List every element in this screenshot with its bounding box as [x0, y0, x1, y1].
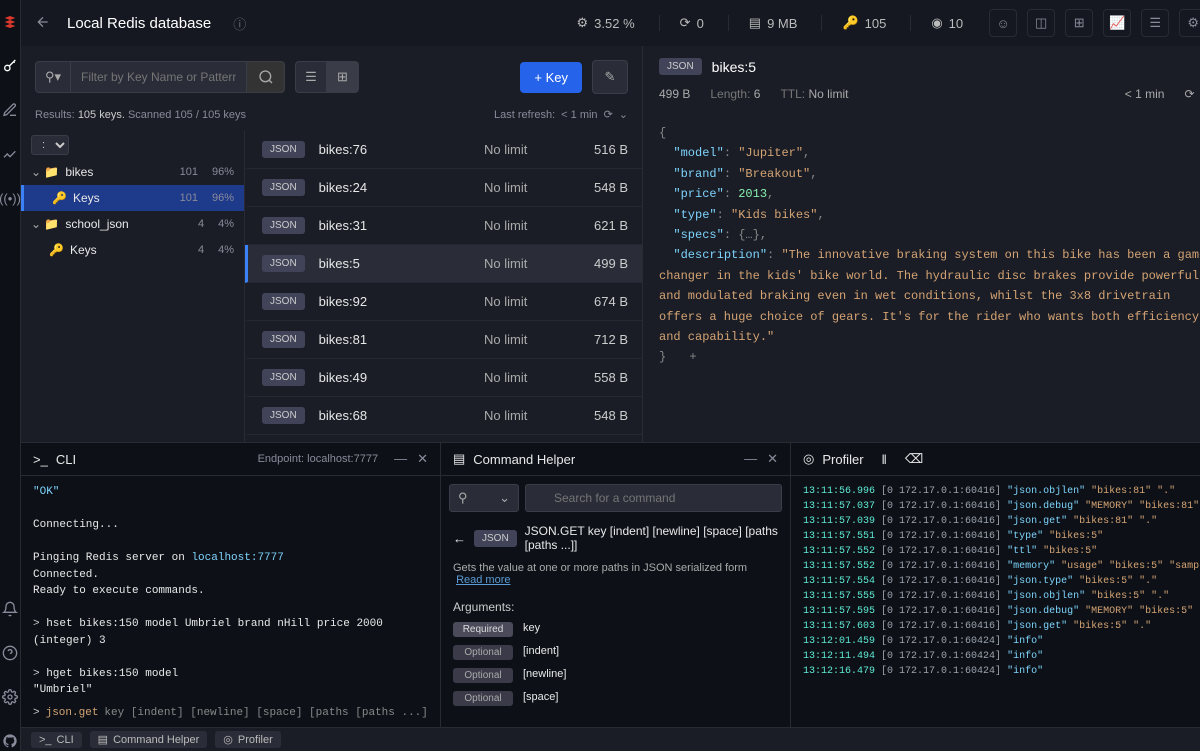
results-count: 105 keys. [78, 109, 125, 121]
cli-close-icon[interactable]: ✕ [417, 451, 428, 467]
view-tree-button[interactable]: ⊞ [327, 61, 359, 93]
topbar: Local Redis database ⓘ ⚙3.52 % ⟳0 ▤9 MB … [21, 0, 1200, 46]
helper-cmd-badge: JSON [474, 530, 517, 547]
helper-close-icon[interactable]: ✕ [767, 451, 778, 467]
profiler-clear-icon[interactable]: ⌫ [905, 451, 923, 467]
arg-row: Requiredkey [441, 618, 790, 641]
gear-icon[interactable]: ⚙ [1179, 9, 1200, 37]
stat-cpu: ⚙3.52 % [557, 15, 635, 31]
arg-row: Optional[indent] [441, 641, 790, 664]
detail-ttl: No limit [808, 87, 848, 101]
results-label: Results: [35, 109, 75, 121]
filter-input[interactable] [71, 61, 247, 93]
tool-icon-1[interactable]: ☺ [989, 9, 1017, 37]
left-nav: ((•)) [0, 0, 21, 751]
add-field-icon[interactable]: + [689, 347, 696, 367]
pubsub-icon[interactable]: ((•)) [0, 188, 20, 208]
stat-clients: ◉10 [910, 15, 963, 31]
tree-folder[interactable]: ⌄ 📁school_json44% [21, 211, 244, 237]
key-row[interactable]: JSONbikes:31No limit621 B [245, 207, 642, 245]
key-list: JSONbikes:76No limit516 BJSONbikes:24No … [245, 131, 642, 442]
key-row[interactable]: JSONbikes:92No limit674 B [245, 283, 642, 321]
refresh-icon[interactable]: ⟳ [604, 108, 613, 121]
tree-keys-node[interactable]: 🔑Keys44% [21, 237, 244, 263]
key-row[interactable]: JSONbikes:24No limit548 B [245, 169, 642, 207]
detail-refresh: < 1 min [1125, 87, 1165, 101]
add-key-button[interactable]: + Key [520, 62, 582, 93]
cli-input[interactable] [104, 707, 428, 719]
bulk-actions-button[interactable]: ✎ [592, 60, 628, 94]
helper-filter-dropdown[interactable]: ⚲⌄ [449, 484, 519, 512]
db-title: Local Redis database [67, 15, 211, 32]
github-icon[interactable] [0, 731, 20, 751]
cli-minimize-icon[interactable]: — [394, 451, 407, 467]
tree-folder[interactable]: ⌄ 📁bikes10196% [21, 159, 244, 185]
last-refresh-label: Last refresh: [494, 109, 555, 121]
cli-endpoint: localhost:7777 [307, 453, 378, 465]
search-button[interactable] [247, 61, 285, 93]
refresh-chevron-icon[interactable]: ⌄ [619, 108, 628, 121]
json-viewer: { "model": "Jupiter",🗑 "brand": "Breakou… [643, 111, 1200, 442]
key-row[interactable]: JSONbikes:76No limit516 B [245, 131, 642, 169]
filter-type-toggle[interactable]: ⚲▾ [35, 61, 71, 93]
arg-row: Optional[newline] [441, 664, 790, 687]
helper-search-input[interactable] [525, 484, 782, 512]
cli-output: "OK" Connecting... Pinging Redis server … [21, 476, 440, 727]
stat-keys: 🔑105 [821, 15, 886, 31]
view-list-button[interactable]: ☰ [295, 61, 327, 93]
stat-commands: ⟳0 [659, 15, 704, 31]
stat-memory: ▤9 MB [728, 15, 798, 31]
key-row[interactable]: JSONbikes:5No limit499 B [245, 245, 642, 283]
key-tree: : ⌄ 📁bikes10196%🔑Keys10196%⌄ 📁school_jso… [21, 131, 245, 442]
arg-row: Optional[space] [441, 687, 790, 710]
detail-type-badge: JSON [659, 58, 702, 75]
tool-icon-5[interactable]: ☰ [1141, 9, 1169, 37]
helper-title: Command Helper [473, 452, 575, 467]
helper-args-title: Arguments: [441, 592, 790, 618]
helper-desc-text: Gets the value at one or more paths in J… [453, 562, 747, 574]
tree-keys-node[interactable]: 🔑Keys10196% [21, 185, 244, 211]
detail-size: 499 B [659, 87, 690, 101]
profiler-icon: ◎ [803, 451, 814, 467]
back-button[interactable] [35, 14, 51, 33]
helper-cmd-syntax: JSON.GET key [indent] [newline] [space] … [525, 524, 778, 552]
helper-back-icon[interactable]: ← [453, 531, 466, 546]
help-icon[interactable] [0, 643, 20, 663]
helper-read-more-link[interactable]: Read more [456, 574, 510, 586]
tab-helper[interactable]: ▤ Command Helper [90, 731, 208, 748]
profiler-output: 13:11:56.996 [0 172.17.0.1:60416] "json.… [791, 476, 1200, 727]
analytics-icon[interactable] [0, 144, 20, 164]
cli-icon: >_ [33, 452, 48, 467]
cli-title: CLI [56, 452, 76, 467]
profiler-pause-icon[interactable]: ‖ [882, 452, 887, 467]
settings-icon[interactable] [0, 687, 20, 707]
notifications-icon[interactable] [0, 599, 20, 619]
detail-length: 6 [754, 87, 761, 101]
key-row[interactable]: JSONbikes:4No limit634 B [245, 435, 642, 442]
tool-icon-2[interactable]: ◫ [1027, 9, 1055, 37]
redis-logo-icon[interactable] [0, 12, 20, 32]
delimiter-select[interactable]: : [31, 135, 69, 155]
helper-icon: ▤ [453, 451, 465, 467]
tab-cli[interactable]: >_ CLI [31, 732, 82, 748]
key-row[interactable]: JSONbikes:81No limit712 B [245, 321, 642, 359]
helper-minimize-icon[interactable]: — [744, 451, 757, 467]
last-refresh-value: < 1 min [561, 109, 597, 121]
info-icon[interactable]: ⓘ [233, 14, 246, 33]
tool-icon-3[interactable]: ⊞ [1065, 9, 1093, 37]
key-browser-icon[interactable] [0, 56, 20, 76]
scanned-text: Scanned 105 / 105 keys [128, 109, 246, 121]
key-row[interactable]: JSONbikes:49No limit558 B [245, 359, 642, 397]
workbench-icon[interactable] [0, 100, 20, 120]
tab-profiler[interactable]: ◎ Profiler [215, 731, 280, 748]
key-row[interactable]: JSONbikes:68No limit548 B [245, 397, 642, 435]
detail-refresh-icon[interactable]: ⟳ ⌄ [1184, 87, 1200, 101]
profiler-title: Profiler [822, 452, 863, 467]
tool-icon-4[interactable]: 📈 [1103, 9, 1131, 37]
detail-key-name: bikes:5 [712, 59, 756, 75]
